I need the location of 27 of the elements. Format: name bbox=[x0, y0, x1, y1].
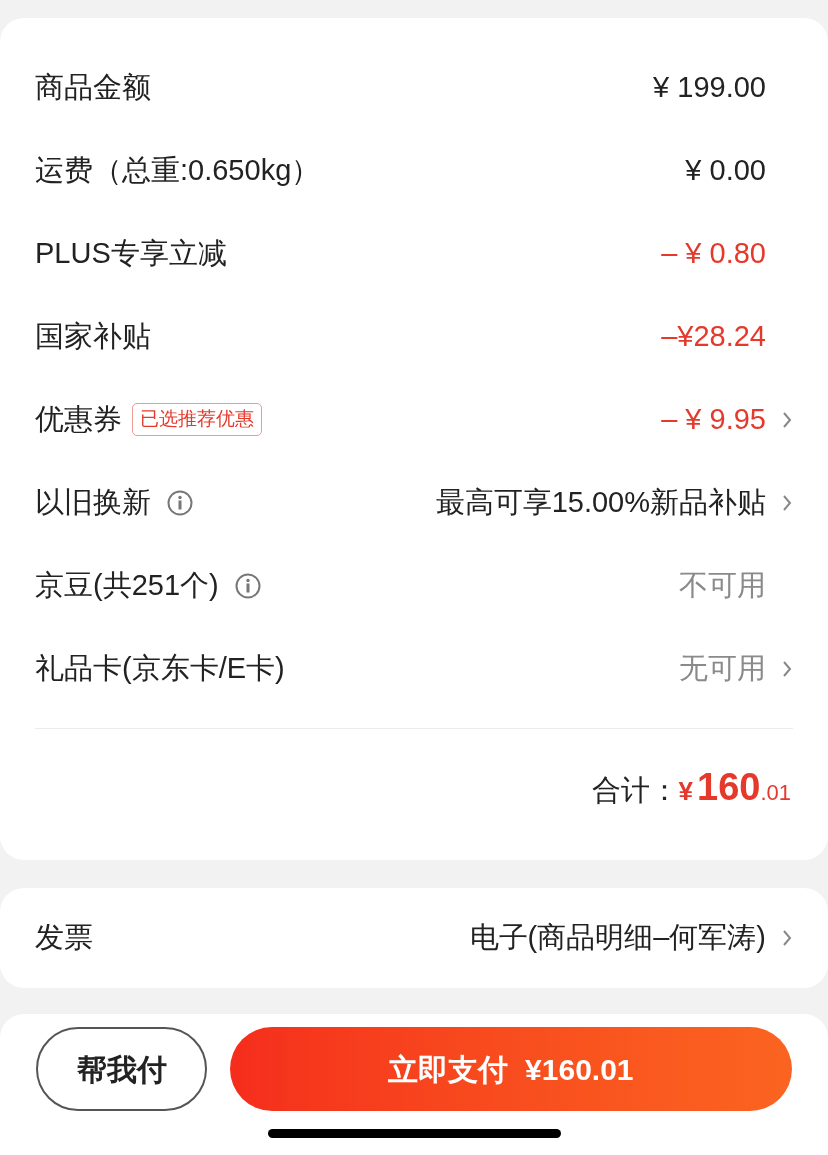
recommended-tag: 已选推荐优惠 bbox=[132, 403, 262, 436]
total-amount: ¥160.01 bbox=[678, 765, 791, 810]
invoice-row[interactable]: 发票 电子(商品明细–何军涛) bbox=[0, 888, 828, 988]
fee-value: 无可用 bbox=[679, 650, 766, 686]
fee-label: 国家补贴 bbox=[35, 318, 151, 354]
help-pay-button[interactable]: 帮我付 bbox=[36, 1027, 207, 1111]
fee-label: 运费（总重:0.650kg） bbox=[35, 152, 321, 188]
fee-value: ¥ 0.00 bbox=[685, 152, 766, 188]
fee-value: 不可用 bbox=[679, 567, 766, 603]
info-icon[interactable] bbox=[234, 572, 261, 599]
fee-value: – ¥ 9.95 bbox=[661, 401, 766, 437]
total-label: 合计： bbox=[591, 773, 679, 808]
invoice-value: 电子(商品明细–何军涛) bbox=[469, 920, 766, 956]
fee-label: 礼品卡(京东卡/E卡) bbox=[35, 650, 285, 686]
info-icon[interactable] bbox=[167, 489, 193, 516]
fee-label: 优惠券 bbox=[35, 401, 122, 437]
fee-label: PLUS专享立减 bbox=[35, 235, 227, 271]
fee-value: 最高可享15.00%新品补贴 bbox=[435, 484, 766, 520]
fee-label: 商品金额 bbox=[35, 69, 151, 105]
chevron-icon[interactable] bbox=[782, 928, 792, 948]
fee-label: 以旧换新 bbox=[35, 484, 151, 520]
invoice-label: 发票 bbox=[35, 920, 93, 956]
fee-value: –¥28.24 bbox=[661, 318, 766, 354]
fee-value: – ¥ 0.80 bbox=[661, 235, 766, 271]
fee-value: ¥ 199.00 bbox=[653, 69, 766, 105]
pay-now-button[interactable]: 立即支付 ¥160.01 bbox=[230, 1027, 792, 1111]
fee-label: 京豆(共251个) bbox=[35, 567, 219, 603]
